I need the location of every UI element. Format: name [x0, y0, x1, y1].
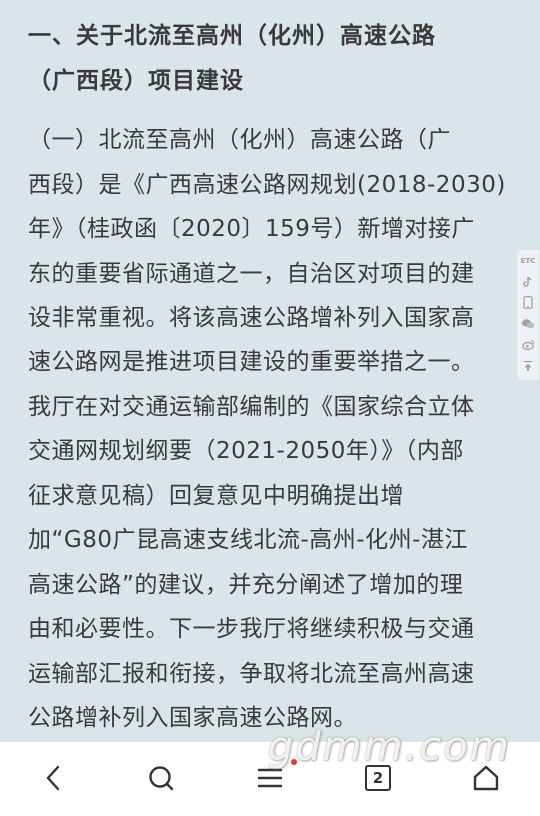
- section-heading-line-2: （广西段）项目建设: [28, 68, 244, 94]
- wechat-icon[interactable]: [517, 313, 539, 334]
- etc-label: ETC: [520, 256, 536, 265]
- paragraph-line: 年》（桂政函〔2020〕159号）新增对接广: [28, 216, 475, 242]
- phone-icon[interactable]: [517, 292, 539, 313]
- paragraph-line: 东的重要省际通道之一，自治区对项目的建: [28, 261, 475, 287]
- paragraph-line: 征求意见稿）回复意见中明确提出增: [28, 483, 404, 509]
- paragraph-line: 加“G80广昆高速支线北流-高州-化州-湛江: [28, 527, 468, 553]
- paragraph-line: 西段）是《广西高速公路网规划(2018-2030): [28, 172, 506, 198]
- back-to-top-icon[interactable]: [517, 355, 539, 376]
- paragraph-line: 由和必要性。下一步我厅将继续积极与交通: [28, 616, 475, 642]
- paragraph-line: 高速公路”的建议，并充分阐述了增加的理: [28, 572, 464, 598]
- paragraph-line: 设非常重视。将该高速公路增补列入国家高: [28, 305, 475, 331]
- paragraph-line: 运输部汇报和衔接，争取将北流至高州高速: [28, 661, 475, 687]
- search-icon: [149, 766, 174, 791]
- paragraph-line: 交通网规划纲要（2021-2050年）》（内部: [28, 438, 464, 464]
- share-side-rail: ETC: [517, 250, 539, 380]
- article-content: 一、关于北流至高州（化州）高速公路 （广西段）项目建设 （一）北流至高州（化州）…: [0, 0, 540, 742]
- search-button[interactable]: [133, 752, 189, 804]
- section-heading-line-1: 一、关于北流至高州（化州）高速公路: [28, 23, 436, 49]
- paragraph-line: 速公路网是推进项目建设的重要举措之一。: [28, 349, 475, 375]
- tiktok-icon[interactable]: [517, 271, 539, 292]
- tabs-count: 2: [372, 769, 384, 787]
- weibo-icon[interactable]: [517, 334, 539, 355]
- paragraph-line: （一）北流至高州（化州）高速公路（广: [28, 127, 451, 153]
- back-arrow-icon: [46, 765, 60, 791]
- etc-icon[interactable]: ETC: [517, 250, 539, 271]
- back-button[interactable]: [26, 752, 82, 804]
- site-watermark: gdmm.com: [268, 724, 511, 770]
- paragraph-line: 我厅在对交通运输部编制的《国家综合立体: [28, 394, 475, 420]
- notification-dot: [291, 759, 297, 765]
